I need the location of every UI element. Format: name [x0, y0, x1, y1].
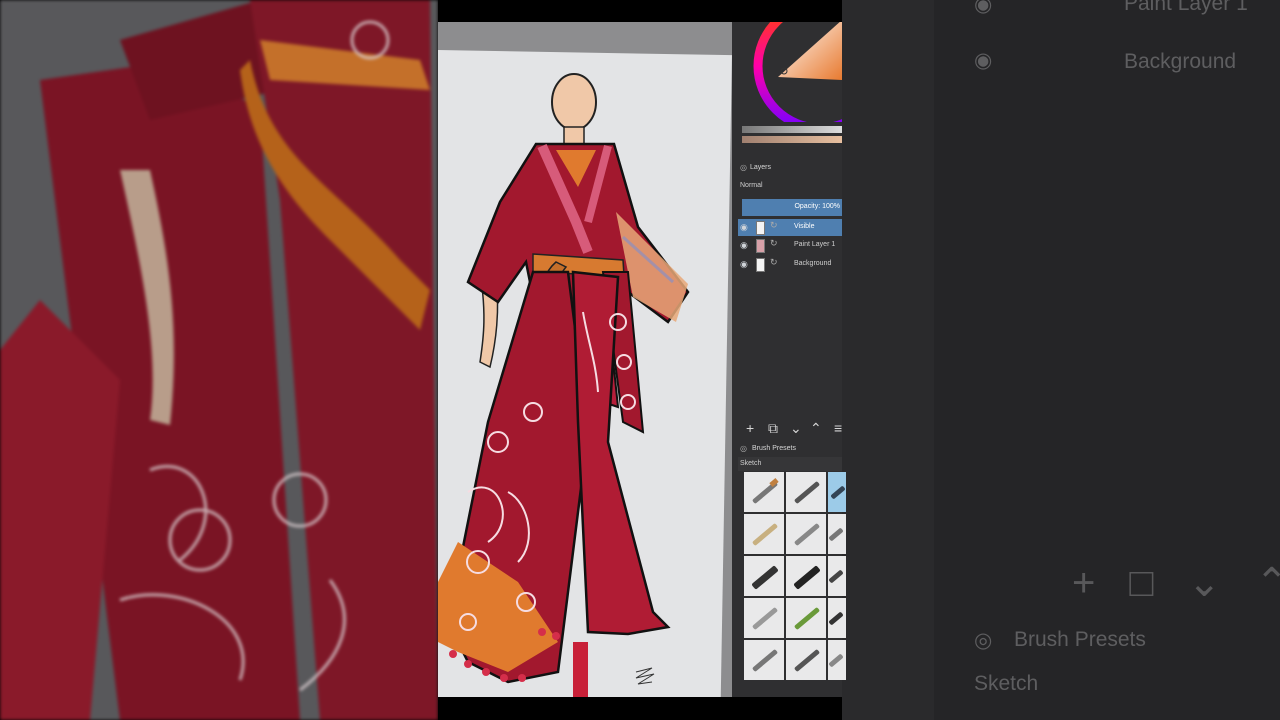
blurred-sketch-image: [0, 0, 438, 720]
blend-mode-dropdown[interactable]: Normal: [738, 180, 842, 194]
layer-name: Background: [794, 260, 832, 267]
letterbox-top: [438, 0, 842, 22]
brush-presets-title: Brush Presets: [752, 445, 796, 452]
layer-thumbnail: [756, 239, 765, 253]
brush-icon: [828, 569, 844, 584]
brush-icon: [751, 606, 779, 631]
brush-icon: [793, 522, 821, 547]
brush-preset[interactable]: [744, 472, 784, 512]
letterbox-bottom: [438, 697, 842, 720]
eye-icon[interactable]: ◉: [740, 240, 748, 251]
opacity-value: Opacity: 100%: [794, 203, 840, 210]
layer-row-visible[interactable]: ◉ ↻ Visible: [738, 219, 842, 236]
fashion-illustration: [438, 73, 690, 697]
pencil-icon: [751, 522, 779, 547]
blurred-brush-icon: ◎: [974, 629, 993, 652]
brush-preset[interactable]: [786, 598, 826, 638]
right-docker: ◎ Layers Normal Opacity: 100% ◉ ↻ Visibl…: [732, 22, 846, 697]
brush-preset[interactable]: [828, 640, 846, 680]
brush-tip: [769, 478, 779, 487]
blurred-brush-title: Brush Presets: [1014, 628, 1146, 651]
blurred-eye-icon: ◉: [974, 0, 993, 16]
saturation-slider[interactable]: [742, 136, 842, 143]
blurred-layer-name: Background: [1124, 50, 1237, 73]
brush-icon: [828, 611, 844, 626]
opacity-slider[interactable]: Opacity: 100%: [742, 199, 842, 216]
layer-name: Paint Layer 1: [794, 241, 836, 248]
blurred-layer-toolbar: +□⌄⌃: [1072, 561, 1280, 605]
layers-panel-title: Layers: [750, 164, 772, 171]
brush-preset[interactable]: [744, 556, 784, 596]
panel-float-icon[interactable]: ◎: [740, 163, 747, 172]
layer-thumbnail: [756, 258, 765, 272]
ink-brush-icon: [751, 565, 779, 590]
brush-preset[interactable]: [744, 640, 784, 680]
brush-tag-dropdown[interactable]: Sketch: [738, 457, 842, 471]
brush-preset[interactable]: [786, 556, 826, 596]
blurred-docker: ◉ Paint Layer 1 ◉ Background +□⌄⌃ ◎ Brus…: [934, 0, 1280, 720]
background-blur-left: [0, 0, 438, 720]
brush-preset[interactable]: [828, 556, 846, 596]
duplicate-layer-icon[interactable]: ⧉: [768, 420, 778, 437]
brush-preset[interactable]: [744, 514, 784, 554]
panel-float-icon[interactable]: ◎: [740, 444, 747, 453]
canvas-area[interactable]: [438, 22, 732, 697]
layer-thumbnail: [756, 221, 765, 235]
alpha-lock-icon[interactable]: ↻: [770, 238, 778, 249]
alpha-lock-icon[interactable]: ↻: [770, 220, 778, 231]
brush-preset[interactable]: [744, 598, 784, 638]
value-slider[interactable]: [742, 126, 842, 133]
pen-icon: [830, 485, 846, 500]
alpha-lock-icon[interactable]: ↻: [770, 257, 778, 268]
move-layer-up-icon[interactable]: ⌃: [810, 420, 822, 437]
marker-icon: [793, 606, 821, 631]
ink-brush-icon: [793, 565, 821, 590]
blurred-brush-tag: Sketch: [974, 672, 1039, 695]
brush-preset[interactable]: [828, 514, 846, 554]
color-sliders[interactable]: [742, 126, 842, 148]
color-selector[interactable]: [732, 22, 842, 122]
app-window: ◎ Layers Normal Opacity: 100% ◉ ↻ Visibl…: [438, 0, 846, 720]
add-layer-icon[interactable]: +: [746, 420, 754, 436]
layer-toolbar: + ⧉ ⌄ ⌃ ≡: [742, 420, 842, 438]
pen-icon: [793, 480, 821, 505]
brush-icon: [828, 653, 844, 668]
brush-tag-value: Sketch: [740, 460, 762, 467]
blurred-layer-name: Paint Layer 1: [1124, 0, 1248, 15]
layer-row-paint-layer-1[interactable]: ◉ ↻ Paint Layer 1: [738, 237, 842, 254]
pen-icon: [793, 648, 821, 673]
brush-presets-header: ◎ Brush Presets: [738, 442, 842, 456]
blend-mode-value: Normal: [740, 182, 763, 189]
background-blur-right: ◉ Paint Layer 1 ◉ Background +□⌄⌃ ◎ Brus…: [842, 0, 1280, 720]
brush-preset-grid: [744, 472, 846, 697]
brush-preset[interactable]: [786, 640, 826, 680]
color-wheel[interactable]: [732, 22, 842, 122]
blurred-eye-icon: ◉: [974, 49, 993, 72]
brush-preset[interactable]: [828, 598, 846, 638]
eye-icon[interactable]: ◉: [740, 259, 748, 270]
layer-row-background[interactable]: ◉ ↻ Background: [738, 256, 842, 273]
brush-preset[interactable]: [786, 514, 826, 554]
layer-menu-icon[interactable]: ≡: [834, 420, 842, 436]
layers-panel-header: ◎ Layers: [738, 162, 842, 176]
brush-icon: [828, 527, 844, 542]
brush-preset[interactable]: [786, 472, 826, 512]
layer-name: Visible: [794, 223, 815, 230]
brush-preset-selected[interactable]: [828, 472, 846, 512]
eye-icon[interactable]: ◉: [740, 222, 748, 233]
pencil-icon: [751, 648, 779, 673]
move-layer-down-icon[interactable]: ⌄: [790, 420, 802, 437]
